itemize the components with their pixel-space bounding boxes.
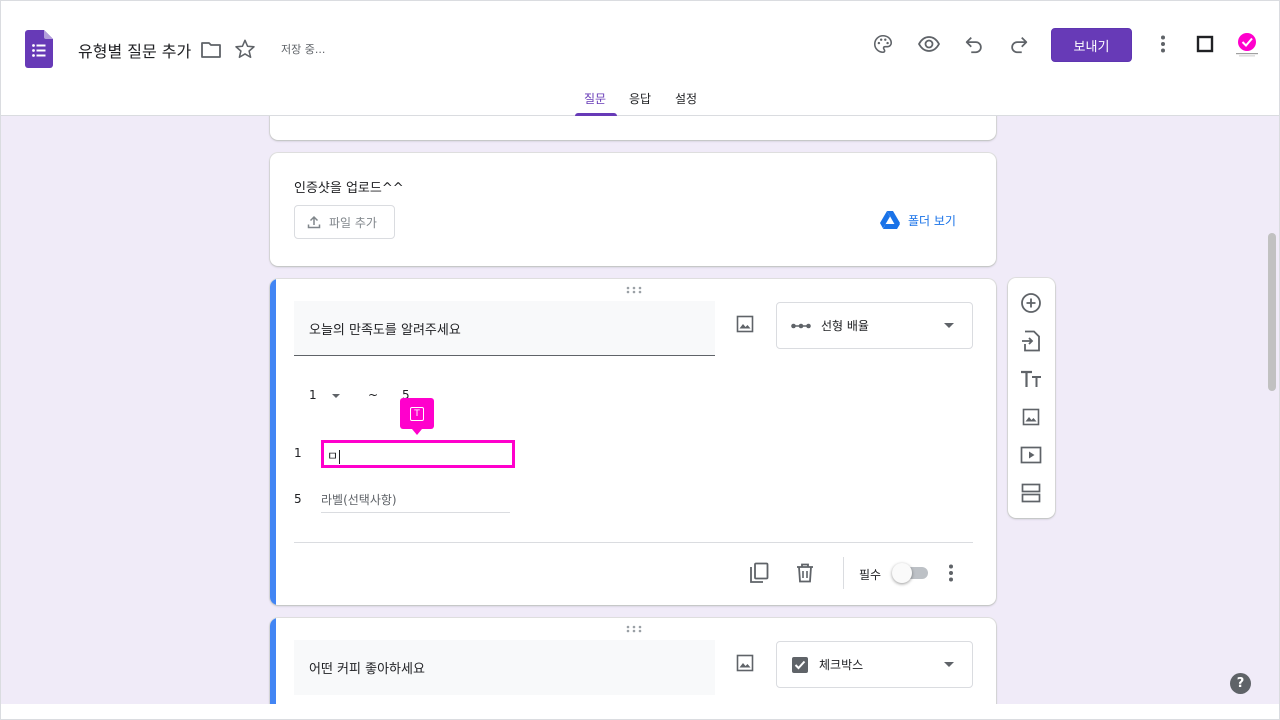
tab-bar: 질문 응답 설정 <box>1 89 1279 116</box>
drive-icon <box>880 211 900 229</box>
drag-handle-icon[interactable] <box>626 286 642 294</box>
add-section-icon[interactable] <box>1019 481 1043 505</box>
required-label: 필수 <box>859 568 882 582</box>
toggle-knob <box>892 563 912 583</box>
question-type-dropdown[interactable]: 체크박스 <box>776 641 973 688</box>
max-label-input[interactable]: 라벨(선택사항) <box>321 491 510 513</box>
question-type-label: 체크박스 <box>819 658 864 672</box>
avatar[interactable] <box>1233 31 1261 59</box>
min-label-input[interactable]: ㅁ <box>321 440 515 468</box>
scale-min-select[interactable]: 1 <box>309 388 317 402</box>
add-image-icon[interactable] <box>1019 405 1043 429</box>
question-title-input[interactable]: 어떤 커피 좋아하세요 <box>294 640 715 695</box>
eye-icon[interactable] <box>917 32 941 56</box>
square-icon[interactable] <box>1193 32 1217 56</box>
bottom-strip <box>1 704 1279 719</box>
footer-vertical-divider <box>843 557 844 589</box>
card-footer-divider <box>294 542 973 543</box>
required-toggle[interactable] <box>892 563 928 583</box>
question-title: 인증샷을 업로드^^ <box>294 181 404 196</box>
send-button[interactable]: 보내기 <box>1051 28 1132 62</box>
import-questions-icon[interactable] <box>1019 329 1043 353</box>
scrollbar-thumb[interactable] <box>1268 233 1276 391</box>
add-image-icon[interactable] <box>733 312 757 336</box>
document-title[interactable]: 유형별 질문 추가 <box>78 38 191 62</box>
linear-scale-question-card[interactable]: 오늘의 만족도를 알려주세요 선형 배율 1 ~ 5 1 ㅁ T 5 라벨(선택… <box>270 279 996 605</box>
add-file-button: 파일 추가 <box>294 205 395 239</box>
trash-icon[interactable] <box>793 561 817 585</box>
question-type-label: 선형 배율 <box>821 319 869 333</box>
tab-responses[interactable]: 응답 <box>629 90 651 107</box>
scrollbar-track[interactable] <box>1265 116 1279 704</box>
tab-questions[interactable]: 질문 <box>584 90 606 107</box>
undo-icon[interactable] <box>962 32 986 56</box>
star-icon[interactable] <box>233 37 257 61</box>
forms-logo-icon[interactable] <box>25 30 53 68</box>
more-vert-icon[interactable] <box>939 561 963 585</box>
max-label-number: 5 <box>294 492 302 506</box>
previous-question-card[interactable] <box>270 116 996 140</box>
add-image-icon[interactable] <box>733 651 757 675</box>
duplicate-icon[interactable] <box>747 561 771 585</box>
add-title-icon[interactable] <box>1019 367 1043 391</box>
help-button[interactable]: ? <box>1230 673 1251 694</box>
min-label-number: 1 <box>294 446 302 460</box>
more-vert-icon[interactable] <box>1151 32 1175 56</box>
question-title-input[interactable]: 오늘의 만족도를 알려주세요 <box>294 301 715 356</box>
tab-settings[interactable]: 설정 <box>675 90 697 107</box>
checkbox-question-card[interactable]: 어떤 커피 좋아하세요 체크박스 <box>270 618 996 704</box>
upload-icon <box>307 215 321 229</box>
text-format-tooltip[interactable]: T <box>400 398 434 435</box>
file-upload-question-card[interactable]: 인증샷을 업로드^^ 파일 추가 폴더 보기 <box>270 153 996 266</box>
palette-icon[interactable] <box>871 32 895 56</box>
add-question-icon[interactable] <box>1019 291 1043 315</box>
chevron-down-icon <box>944 662 954 667</box>
floating-toolbar <box>1008 278 1055 518</box>
folder-icon[interactable] <box>199 38 223 62</box>
scale-separator: ~ <box>368 388 379 402</box>
folder-view-link[interactable]: 폴더 보기 <box>880 211 956 229</box>
app-header: 유형별 질문 추가 저장 중... 보내기 질문 응답 설정 <box>1 1 1279 116</box>
add-file-label: 파일 추가 <box>329 215 377 230</box>
chevron-down-icon[interactable] <box>332 394 340 398</box>
question-type-dropdown[interactable]: 선형 배율 <box>776 302 973 349</box>
min-label-value: ㅁ <box>327 449 339 463</box>
text-format-icon: T <box>410 406 424 421</box>
chevron-down-icon <box>944 323 954 328</box>
form-canvas: 인증샷을 업로드^^ 파일 추가 폴더 보기 오늘의 만족도를 알려주세요 선형… <box>1 116 1279 704</box>
folder-view-label: 폴더 보기 <box>908 213 956 228</box>
redo-icon[interactable] <box>1007 32 1031 56</box>
add-video-icon[interactable] <box>1019 443 1043 467</box>
linear-scale-icon <box>791 323 811 328</box>
save-status: 저장 중... <box>281 43 326 56</box>
checkbox-icon <box>792 656 808 673</box>
text-cursor <box>339 449 341 464</box>
drag-handle-icon[interactable] <box>626 625 642 633</box>
